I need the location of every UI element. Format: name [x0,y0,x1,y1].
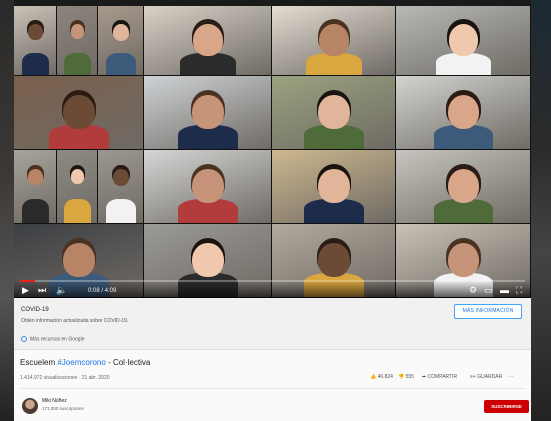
like-count: 46.824 [377,374,393,380]
fullscreen-icon[interactable]: ⛶ [516,285,522,295]
video-title: Escuelem #Joemcorono - Col·lectiva [20,358,150,367]
google-resources-link[interactable]: Más recursos en Google [21,336,84,342]
play-icon[interactable]: ▶ [22,285,29,295]
covid-info-panel: COVID-19 Obtén información actualizada s… [14,298,531,350]
theater-icon[interactable]: ▬ [500,285,509,295]
title-prefix: Escuelem [20,358,56,367]
next-icon[interactable]: ⏭ [38,285,46,295]
dislike-button[interactable]: 👎 555 [398,374,414,380]
video-metadata: Escuelem #Joemcorono - Col·lectiva 1.414… [14,350,531,421]
participant-tile [98,150,143,223]
dislike-count: 555 [405,374,414,380]
share-button[interactable]: ➦ COMPARTIR [422,374,457,380]
participant-tile [144,150,271,223]
save-button[interactable]: ≡+ GUARDAR [470,374,502,380]
participant-tile [396,76,530,149]
volume-icon[interactable]: 🔈 [56,285,67,295]
participant-tile [14,6,56,75]
more-actions-icon[interactable]: ··· [508,374,513,380]
participant-tile [272,150,395,223]
page: ▶ ⏭ 🔈 0:08 / 4:09 ⚙ ▭ ▬ ⛶ COVID-19 Obtén… [0,0,551,421]
participant-tile [57,6,97,75]
save-label: GUARDAR [477,374,503,380]
subscribe-button[interactable]: SUSCRIBIRSE [484,400,529,413]
participant-tile [14,76,143,149]
participant-tile [272,6,395,75]
miniplayer-icon[interactable]: ▭ [484,285,493,295]
channel-name[interactable]: Miki Núñez [42,398,67,404]
participant-tile [396,150,530,223]
channel-avatar[interactable] [22,398,38,414]
covid-title: COVID-19 [21,307,49,313]
title-suffix: - Col·lectiva [105,358,151,367]
like-button[interactable]: 👍 46.824 [370,374,393,380]
divider [20,388,525,389]
blurred-background-right [531,0,551,421]
participant-tile [396,6,530,75]
video-player[interactable]: ▶ ⏭ 🔈 0:08 / 4:09 ⚙ ▭ ▬ ⛶ [14,6,531,298]
progress-fill [20,280,36,282]
participant-tile [98,6,143,75]
participant-tile [57,150,97,223]
settings-icon[interactable]: ⚙ [469,285,477,295]
progress-bar[interactable] [20,280,525,282]
title-hashtag[interactable]: #Joemcorono [57,358,105,367]
covid-description[interactable]: Obtén información actualizada sobre COVI… [21,318,128,324]
participant-tile [144,6,271,75]
blurred-background-left [0,0,14,421]
view-count: 1.414.972 visualizaciones · 21 abr. 2020 [20,375,110,381]
subscriber-count: 171.000 suscriptores [42,406,84,411]
video-call-grid [14,6,531,298]
participant-tile [144,76,271,149]
share-label: COMPARTIR [427,374,458,380]
google-resources-label: Más recursos en Google [30,336,85,343]
more-info-button[interactable]: MÁS INFORMACIÓN [454,304,522,319]
participant-tile [272,76,395,149]
time-display: 0:08 / 4:09 [88,288,117,294]
google-icon [21,336,27,342]
participant-tile [14,150,56,223]
